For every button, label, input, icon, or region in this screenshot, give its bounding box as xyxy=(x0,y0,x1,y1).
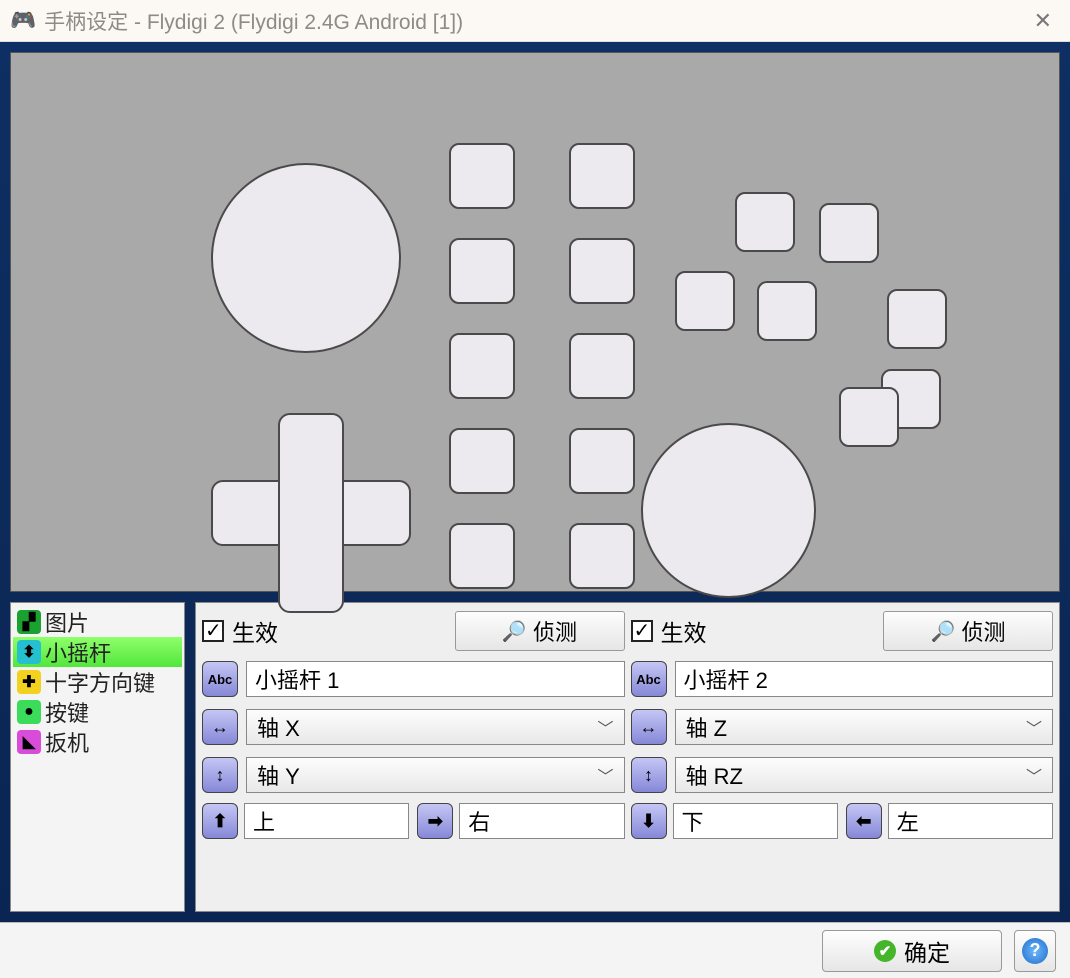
dpad-icon: ✚ xyxy=(17,670,41,694)
client-area: ▞ 图片 ⬍ 小摇杆 ✚ 十字方向键 ● 按键 ◣ 扳机 xyxy=(0,42,1070,922)
detect-label: 侦测 xyxy=(533,615,577,647)
text-icon: Abc xyxy=(631,661,667,697)
window-title: 手柄设定 - Flydigi 2 (Flydigi 2.4G Android [… xyxy=(44,6,1025,36)
vertical-arrow-icon: ↕ xyxy=(202,757,238,793)
chevron-down-icon: ﹀ xyxy=(597,715,613,739)
check-icon: ✔ xyxy=(874,940,896,962)
analog-panel-2: 生效 🔍 侦测 Abc ↔ 轴 Z xyxy=(631,611,1054,903)
center-button[interactable] xyxy=(449,333,515,399)
face-button[interactable] xyxy=(675,271,735,331)
dir1-input[interactable] xyxy=(244,803,409,839)
dir2-input[interactable] xyxy=(888,803,1053,839)
face-button[interactable] xyxy=(839,387,899,447)
axis-y-select[interactable]: 轴 Y ﹀ xyxy=(246,757,625,793)
center-button[interactable] xyxy=(569,428,635,494)
sidebar-item-label: 十字方向键 xyxy=(45,667,155,697)
center-button[interactable] xyxy=(569,333,635,399)
gamepad-diagram xyxy=(10,52,1060,592)
magnifier-icon: 🔍 xyxy=(931,619,956,644)
axis-x-select[interactable]: 轴 Z ﹀ xyxy=(675,709,1054,745)
sidebar-item-analog[interactable]: ⬍ 小摇杆 xyxy=(13,637,182,667)
sidebar-item-dpad[interactable]: ✚ 十字方向键 xyxy=(13,667,182,697)
checkbox-icon xyxy=(202,620,224,642)
sidebar-item-label: 扳机 xyxy=(45,727,89,757)
center-button[interactable] xyxy=(449,428,515,494)
chevron-down-icon: ﹀ xyxy=(1026,763,1042,787)
center-button[interactable] xyxy=(449,238,515,304)
magnifier-icon: 🔍 xyxy=(502,619,527,644)
sidebar-item-image[interactable]: ▞ 图片 xyxy=(13,607,182,637)
window: 🎮 手柄设定 - Flydigi 2 (Flydigi 2.4G Android… xyxy=(0,0,1070,978)
bottom-bar: ✔ 确定 ? xyxy=(0,922,1070,978)
horizontal-arrow-icon: ↔ xyxy=(631,709,667,745)
chevron-down-icon: ﹀ xyxy=(597,763,613,787)
ok-label: 确定 xyxy=(904,934,950,968)
vertical-arrow-icon: ↕ xyxy=(631,757,667,793)
trigger-icon: ◣ xyxy=(17,730,41,754)
right-analog-stick[interactable] xyxy=(641,423,816,598)
button-icon: ● xyxy=(17,700,41,724)
face-button[interactable] xyxy=(887,289,947,349)
left-arrow-icon: ⬅ xyxy=(846,803,882,839)
center-button[interactable] xyxy=(449,143,515,209)
axis-x-value: 轴 Z xyxy=(686,711,728,743)
face-button[interactable] xyxy=(819,203,879,263)
axis-y-value: 轴 RZ xyxy=(686,759,743,791)
face-button[interactable] xyxy=(735,192,795,252)
axis-x-value: 轴 X xyxy=(257,711,300,743)
titlebar: 🎮 手柄设定 - Flydigi 2 (Flydigi 2.4G Android… xyxy=(0,0,1070,42)
detect-button[interactable]: 🔍 侦测 xyxy=(883,611,1053,651)
enable-label: 生效 xyxy=(661,614,707,648)
center-button[interactable] xyxy=(569,523,635,589)
enable-checkbox[interactable]: 生效 xyxy=(631,614,876,648)
sidebar-item-label: 小摇杆 xyxy=(45,637,111,667)
center-button[interactable] xyxy=(569,143,635,209)
checkbox-icon xyxy=(631,620,653,642)
category-sidebar: ▞ 图片 ⬍ 小摇杆 ✚ 十字方向键 ● 按键 ◣ 扳机 xyxy=(10,602,185,912)
help-icon: ? xyxy=(1022,938,1048,964)
up-arrow-icon: ⬆ xyxy=(202,803,238,839)
enable-checkbox[interactable]: 生效 xyxy=(202,614,447,648)
sidebar-item-trigger[interactable]: ◣ 扳机 xyxy=(13,727,182,757)
face-button[interactable] xyxy=(757,281,817,341)
sidebar-item-label: 按键 xyxy=(45,697,89,727)
center-button[interactable] xyxy=(449,523,515,589)
down-arrow-icon: ⬇ xyxy=(631,803,667,839)
analog-icon: ⬍ xyxy=(17,640,41,664)
chevron-down-icon: ﹀ xyxy=(1026,715,1042,739)
help-button[interactable]: ? xyxy=(1014,930,1056,972)
analog-panel-1: 生效 🔍 侦测 Abc ↔ 轴 X xyxy=(202,611,625,903)
dpad[interactable] xyxy=(211,413,411,613)
axis-y-value: 轴 Y xyxy=(257,759,300,791)
ok-button[interactable]: ✔ 确定 xyxy=(822,930,1002,972)
detect-button[interactable]: 🔍 侦测 xyxy=(455,611,625,651)
close-icon[interactable]: ✕ xyxy=(1026,8,1060,34)
horizontal-arrow-icon: ↔ xyxy=(202,709,238,745)
sidebar-item-label: 图片 xyxy=(45,607,89,637)
center-button[interactable] xyxy=(569,238,635,304)
detect-label: 侦测 xyxy=(961,615,1005,647)
config-panels: 生效 🔍 侦测 Abc ↔ 轴 X xyxy=(195,602,1060,912)
left-analog-stick[interactable] xyxy=(211,163,401,353)
axis-y-select[interactable]: 轴 RZ ﹀ xyxy=(675,757,1054,793)
image-icon: ▞ xyxy=(17,610,41,634)
axis-x-select[interactable]: 轴 X ﹀ xyxy=(246,709,625,745)
right-arrow-icon: ➡ xyxy=(417,803,453,839)
dir2-input[interactable] xyxy=(459,803,624,839)
name-input[interactable] xyxy=(675,661,1054,697)
dir1-input[interactable] xyxy=(673,803,838,839)
gamepad-icon: 🎮 xyxy=(10,9,36,33)
name-input[interactable] xyxy=(246,661,625,697)
enable-label: 生效 xyxy=(232,614,278,648)
sidebar-item-buttons[interactable]: ● 按键 xyxy=(13,697,182,727)
text-icon: Abc xyxy=(202,661,238,697)
